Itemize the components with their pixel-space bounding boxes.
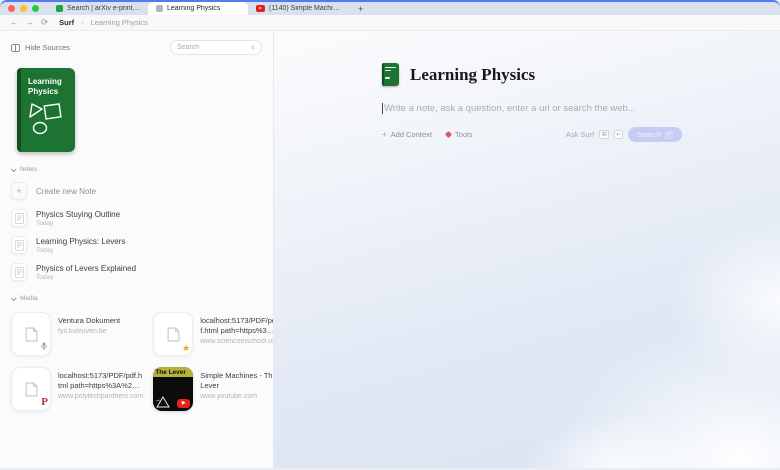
note-item[interactable]: Learning Physics: Levers Today — [11, 236, 262, 254]
tools-diamond-icon — [445, 131, 452, 138]
microphone-badge-icon — [40, 342, 48, 353]
notebook-cover[interactable]: Learning Physics — [17, 68, 75, 152]
document-icon — [25, 382, 38, 397]
tools-label: Tools — [455, 130, 473, 139]
note-input-field[interactable]: Write a note, ask a question, enter a ur… — [382, 103, 682, 114]
notebook-icon — [382, 63, 399, 86]
sidebar-search-input[interactable] — [177, 44, 247, 51]
media-url: www.youtube.com — [200, 393, 274, 400]
page-title: Learning Physics — [410, 65, 535, 85]
note-document-icon — [11, 209, 27, 227]
forward-icon[interactable]: → — [26, 18, 35, 27]
text-caret — [382, 103, 383, 114]
note-item[interactable]: Physics of Levers Explained Today — [11, 263, 262, 281]
add-context-button[interactable]: + Add Context — [382, 130, 432, 139]
notebook-cover-title: Learning Physics — [28, 77, 69, 96]
note-title: Physics Stuying Outline — [36, 210, 120, 219]
media-item-ventura[interactable]: Ventura Dokument fys.kuleuven.be — [11, 312, 143, 356]
input-placeholder: Write a note, ask a question, enter a ur… — [384, 103, 636, 114]
media-url: www.polytechpanthers.com — [58, 393, 143, 400]
media-item-scienceinschool[interactable]: ★ localhost:5173/PDF/pdf.html path=https… — [153, 312, 274, 356]
note-title: Physics of Levers Explained — [36, 264, 136, 273]
add-context-label: Add Context — [391, 130, 432, 139]
tab-learning-physics[interactable]: Learning Physics — [148, 2, 248, 15]
pdf-thumbnail: P — [11, 367, 51, 411]
video-thumb-title: The Lever — [153, 367, 193, 377]
navigation-toolbar: ← → ⟳ Surf › Learning Physics — [0, 15, 780, 31]
tab-youtube-simple-machines[interactable]: (1140) Simple Machines - T... — [248, 2, 348, 15]
media-title: Simple Machines - The Lever — [200, 371, 274, 391]
sidebar-search-box[interactable] — [170, 40, 262, 55]
surf-favicon-icon — [156, 5, 163, 12]
media-title: localhost:5173/PDF/pdf.html path=https%3… — [200, 316, 274, 336]
note-title: Learning Physics: Levers — [36, 237, 125, 246]
note-document-icon — [11, 263, 27, 281]
note-item[interactable]: Physics Stuying Outline Today — [11, 209, 262, 227]
youtube-favicon-icon — [256, 5, 265, 12]
youtube-play-icon: ▶ — [177, 399, 190, 408]
main-pane: Learning Physics Write a note, ask a que… — [274, 31, 780, 468]
hide-sources-label: Hide Sources — [25, 43, 70, 52]
return-key-icon: ↵ — [614, 130, 623, 139]
pdf-thumbnail — [11, 312, 51, 356]
tab-label: (1140) Simple Machines - T... — [269, 5, 340, 12]
document-icon — [167, 327, 180, 342]
search-button-label: Search — [637, 130, 661, 139]
minimize-window-button[interactable] — [20, 5, 27, 12]
reload-icon[interactable]: ⟳ — [41, 18, 48, 27]
close-window-button[interactable] — [8, 5, 15, 12]
notes-section-header[interactable]: Notes — [11, 166, 262, 173]
media-header-label: Media — [20, 295, 38, 302]
breadcrumb-page[interactable]: Learning Physics — [91, 18, 148, 27]
browser-tab-bar: Search | arXiv e-print repo... Learning … — [0, 0, 780, 15]
breadcrumb-app[interactable]: Surf — [59, 18, 74, 27]
media-item-polytechpanthers[interactable]: P localhost:5173/PDF/pdf.html path=https… — [11, 367, 143, 411]
search-icon — [251, 44, 255, 51]
plus-icon: + — [11, 182, 27, 200]
p-logo-badge: P — [41, 397, 48, 408]
create-note-label: Create new Note — [36, 187, 96, 196]
tab-label: Search | arXiv e-print repo... — [67, 5, 140, 12]
enter-key-icon: ↵ — [665, 131, 673, 139]
ask-surf-label: Ask Surf — [566, 130, 594, 139]
media-grid: Ventura Dokument fys.kuleuven.be ★ local… — [11, 312, 262, 411]
sidebar-panel-icon — [11, 44, 20, 52]
new-tab-button[interactable]: + — [348, 2, 373, 15]
media-section-header[interactable]: Media — [11, 295, 262, 302]
plus-icon: + — [382, 130, 387, 139]
note-date: Today — [36, 220, 120, 227]
document-icon — [25, 327, 38, 342]
note-date: Today — [36, 274, 136, 281]
window-controls — [0, 2, 48, 15]
zoom-window-button[interactable] — [32, 5, 39, 12]
breadcrumb-separator: › — [81, 18, 84, 27]
star-badge-icon: ★ — [182, 344, 190, 353]
media-title: Ventura Dokument — [58, 316, 120, 326]
back-icon[interactable]: ← — [10, 18, 19, 27]
media-title: localhost:5173/PDF/pdf.html path=https%3… — [58, 371, 143, 391]
pdf-thumbnail: ★ — [153, 312, 193, 356]
media-item-youtube-lever[interactable]: The Lever ▶ Simple Machines - The Lever … — [153, 367, 274, 411]
media-url: fys.kuleuven.be — [58, 328, 120, 335]
create-note-button[interactable]: + Create new Note — [11, 182, 262, 200]
tools-button[interactable]: Tools — [446, 130, 473, 139]
command-key-icon: ⌘ — [599, 130, 609, 139]
tab-arxiv-search[interactable]: Search | arXiv e-print repo... — [48, 2, 148, 15]
chevron-down-icon — [11, 295, 17, 301]
sources-sidebar: Hide Sources Learning Physics Notes — [0, 31, 274, 468]
video-thumbnail: The Lever ▶ — [153, 367, 193, 411]
note-date: Today — [36, 247, 125, 254]
chevron-down-icon — [11, 166, 17, 172]
note-document-icon — [11, 236, 27, 254]
media-url: www.scienceinschool.org — [200, 338, 274, 345]
lever-drawing-icon — [155, 395, 171, 409]
arxiv-favicon-icon — [56, 5, 63, 12]
notes-header-label: Notes — [20, 166, 37, 173]
hide-sources-button[interactable]: Hide Sources — [11, 43, 70, 52]
tab-label: Learning Physics — [167, 5, 220, 12]
search-button[interactable]: Search ↵ — [628, 127, 682, 142]
physics-doodles-icon — [28, 101, 66, 137]
